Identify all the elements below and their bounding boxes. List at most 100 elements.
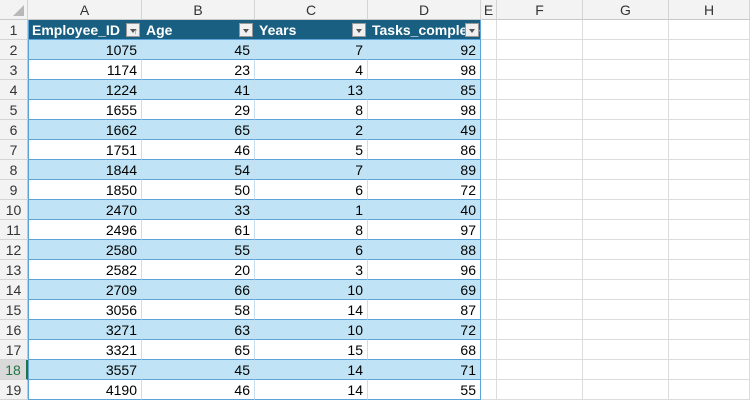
- empty-cell[interactable]: [583, 60, 669, 80]
- empty-cell[interactable]: [497, 220, 583, 240]
- row-header-4[interactable]: 4: [0, 80, 28, 100]
- row-header-6[interactable]: 6: [0, 120, 28, 140]
- empty-cell[interactable]: [669, 380, 750, 400]
- sort-filter-icon[interactable]: [126, 21, 140, 39]
- table-header-years[interactable]: Years: [255, 20, 368, 40]
- empty-cell[interactable]: [497, 180, 583, 200]
- empty-cell[interactable]: [583, 220, 669, 240]
- table-cell[interactable]: 49: [368, 120, 481, 140]
- table-cell[interactable]: 23: [142, 60, 255, 80]
- table-cell[interactable]: 8: [255, 220, 368, 240]
- empty-cell[interactable]: [583, 280, 669, 300]
- row-header-14[interactable]: 14: [0, 280, 28, 300]
- empty-cell[interactable]: [497, 240, 583, 260]
- table-cell[interactable]: 3271: [28, 320, 142, 340]
- empty-cell[interactable]: [481, 300, 497, 320]
- table-cell[interactable]: 1751: [28, 140, 142, 160]
- table-cell[interactable]: 85: [368, 80, 481, 100]
- table-cell[interactable]: 45: [142, 360, 255, 380]
- table-cell[interactable]: 72: [368, 320, 481, 340]
- empty-cell[interactable]: [481, 120, 497, 140]
- filter-dropdown-icon[interactable]: [465, 23, 479, 37]
- table-cell[interactable]: 3: [255, 260, 368, 280]
- empty-cell[interactable]: [669, 160, 750, 180]
- table-cell[interactable]: 15: [255, 340, 368, 360]
- empty-cell[interactable]: [583, 40, 669, 60]
- empty-cell[interactable]: [481, 280, 497, 300]
- empty-cell[interactable]: [583, 380, 669, 400]
- empty-cell[interactable]: [497, 100, 583, 120]
- table-cell[interactable]: 14: [255, 360, 368, 380]
- table-cell[interactable]: 1850: [28, 180, 142, 200]
- empty-cell[interactable]: [481, 240, 497, 260]
- empty-cell[interactable]: [497, 60, 583, 80]
- table-cell[interactable]: 29: [142, 100, 255, 120]
- empty-cell[interactable]: [497, 200, 583, 220]
- empty-cell[interactable]: [583, 120, 669, 140]
- row-header-8[interactable]: 8: [0, 160, 28, 180]
- table-cell[interactable]: 14: [255, 300, 368, 320]
- empty-cell[interactable]: [481, 60, 497, 80]
- table-cell[interactable]: 10: [255, 320, 368, 340]
- empty-cell[interactable]: [481, 140, 497, 160]
- row-header-2[interactable]: 2: [0, 40, 28, 60]
- table-cell[interactable]: 88: [368, 240, 481, 260]
- empty-cell[interactable]: [497, 120, 583, 140]
- column-header-D[interactable]: D: [368, 0, 481, 20]
- table-cell[interactable]: 33: [142, 200, 255, 220]
- empty-cell[interactable]: [481, 80, 497, 100]
- table-cell[interactable]: 2496: [28, 220, 142, 240]
- empty-cell[interactable]: [497, 360, 583, 380]
- empty-cell[interactable]: [497, 320, 583, 340]
- table-cell[interactable]: 2582: [28, 260, 142, 280]
- empty-cell[interactable]: [669, 140, 750, 160]
- empty-cell[interactable]: [583, 340, 669, 360]
- empty-cell[interactable]: [669, 180, 750, 200]
- table-cell[interactable]: 92: [368, 40, 481, 60]
- table-cell[interactable]: 96: [368, 260, 481, 280]
- table-cell[interactable]: 1655: [28, 100, 142, 120]
- table-cell[interactable]: 1174: [28, 60, 142, 80]
- column-header-B[interactable]: B: [142, 0, 255, 20]
- table-cell[interactable]: 2709: [28, 280, 142, 300]
- empty-cell[interactable]: [669, 200, 750, 220]
- column-header-F[interactable]: F: [497, 0, 583, 20]
- table-cell[interactable]: 7: [255, 160, 368, 180]
- table-cell[interactable]: 98: [368, 60, 481, 80]
- table-cell[interactable]: 54: [142, 160, 255, 180]
- table-cell[interactable]: 40: [368, 200, 481, 220]
- empty-cell[interactable]: [669, 220, 750, 240]
- table-cell[interactable]: 3557: [28, 360, 142, 380]
- filter-dropdown-icon[interactable]: [352, 23, 366, 37]
- row-header-3[interactable]: 3: [0, 60, 28, 80]
- empty-cell[interactable]: [583, 180, 669, 200]
- table-cell[interactable]: 69: [368, 280, 481, 300]
- table-cell[interactable]: 1662: [28, 120, 142, 140]
- table-cell[interactable]: 46: [142, 380, 255, 400]
- table-cell[interactable]: 46: [142, 140, 255, 160]
- table-cell[interactable]: 8: [255, 100, 368, 120]
- column-header-E[interactable]: E: [481, 0, 497, 20]
- empty-cell[interactable]: [481, 100, 497, 120]
- empty-cell[interactable]: [497, 160, 583, 180]
- table-cell[interactable]: 1075: [28, 40, 142, 60]
- row-header-10[interactable]: 10: [0, 200, 28, 220]
- empty-cell[interactable]: [497, 280, 583, 300]
- empty-cell[interactable]: [481, 40, 497, 60]
- row-header-5[interactable]: 5: [0, 100, 28, 120]
- table-cell[interactable]: 58: [142, 300, 255, 320]
- column-header-C[interactable]: C: [255, 0, 368, 20]
- table-cell[interactable]: 41: [142, 80, 255, 100]
- empty-cell[interactable]: [583, 160, 669, 180]
- table-header-tasks_completed[interactable]: Tasks_completed: [368, 20, 481, 40]
- empty-cell[interactable]: [481, 180, 497, 200]
- filter-dropdown-icon[interactable]: [239, 23, 253, 37]
- row-header-19[interactable]: 19: [0, 380, 28, 400]
- empty-cell[interactable]: [583, 300, 669, 320]
- empty-cell[interactable]: [583, 200, 669, 220]
- empty-cell[interactable]: [669, 240, 750, 260]
- table-cell[interactable]: 63: [142, 320, 255, 340]
- row-header-13[interactable]: 13: [0, 260, 28, 280]
- empty-cell[interactable]: [669, 60, 750, 80]
- empty-cell[interactable]: [481, 380, 497, 400]
